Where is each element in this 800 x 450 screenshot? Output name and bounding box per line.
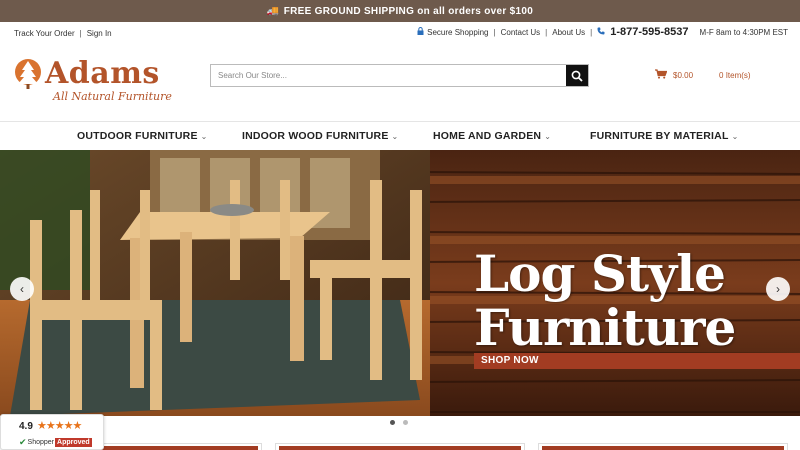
- slider-dot[interactable]: [390, 420, 395, 425]
- category-tile-band: [542, 446, 784, 450]
- divider: |: [79, 29, 82, 38]
- contact-us-link[interactable]: Contact Us: [501, 28, 541, 37]
- nav-label: FURNITURE BY MATERIAL: [590, 130, 729, 142]
- chevron-left-icon: ‹: [20, 282, 24, 296]
- lock-icon: [417, 27, 424, 37]
- site-logo[interactable]: Adams All Natural Furniture: [13, 56, 173, 106]
- promo-text: FREE GROUND SHIPPING on all orders over …: [283, 5, 534, 17]
- hero-slider[interactable]: Log Style Furniture SHOP NOW ‹ ›: [0, 150, 800, 416]
- search-icon: [571, 70, 583, 82]
- slider-prev-button[interactable]: ‹: [10, 277, 34, 301]
- chevron-down-icon: ⌄: [731, 132, 739, 141]
- nav-item-outdoor-furniture[interactable]: OUTDOOR FURNITURE ⌄: [77, 130, 208, 142]
- shopper-approved-badge[interactable]: 4.9 ★★★★★ ✔ Shopper Approved: [0, 414, 104, 450]
- cart-icon: [655, 69, 668, 82]
- hero-title-line2: Furniture: [474, 298, 736, 357]
- promo-bar: 🚚 FREE GROUND SHIPPING on all orders ove…: [0, 0, 800, 22]
- logo-tagline: All Natural Furniture: [53, 90, 172, 103]
- divider: |: [493, 27, 496, 37]
- chevron-right-icon: ›: [776, 282, 780, 296]
- rating-score: 4.9: [19, 421, 33, 432]
- cart-total: $0.00: [673, 71, 694, 80]
- main-nav: OUTDOOR FURNITURE ⌄ INDOOR WOOD FURNITURE…: [0, 121, 800, 150]
- nav-item-indoor-wood-furniture[interactable]: INDOOR WOOD FURNITURE ⌄: [242, 130, 398, 142]
- slider-dot[interactable]: [403, 420, 408, 425]
- cart[interactable]: $0.00 0 Item(s): [655, 69, 751, 82]
- sign-in-link[interactable]: Sign In: [87, 29, 112, 38]
- search-input[interactable]: [211, 65, 566, 86]
- shop-now-button[interactable]: SHOP NOW: [474, 353, 800, 369]
- nav-label: OUTDOOR FURNITURE: [77, 130, 198, 142]
- checkmark-icon: ✔: [19, 437, 27, 447]
- tree-logo-icon: [15, 59, 41, 89]
- chevron-down-icon: ⌄: [200, 132, 208, 141]
- slider-next-button[interactable]: ›: [766, 277, 790, 301]
- nav-item-furniture-by-material[interactable]: FURNITURE BY MATERIAL ⌄: [590, 130, 738, 142]
- cart-item-count: 0 Item(s): [719, 71, 751, 80]
- about-us-link[interactable]: About Us: [552, 28, 585, 37]
- utility-bar: Track Your Order | Sign In Secure Shoppi…: [0, 22, 800, 44]
- divider: |: [590, 27, 593, 37]
- secure-shopping-link[interactable]: Secure Shopping: [427, 28, 488, 37]
- business-hours: M-F 8am to 4:30PM EST: [699, 27, 788, 37]
- nav-label: HOME AND GARDEN: [433, 130, 542, 142]
- category-tile-band: [279, 446, 521, 450]
- hero-title-line1: Log Style: [474, 244, 726, 303]
- chevron-down-icon: ⌄: [391, 132, 399, 141]
- nav-label: INDOOR WOOD FURNITURE: [242, 130, 389, 142]
- logo-wordmark: Adams: [45, 56, 160, 91]
- divider: |: [545, 27, 548, 37]
- track-order-link[interactable]: Track Your Order: [14, 29, 75, 38]
- shopper-approved-logo: ✔ Shopper Approved: [19, 437, 92, 448]
- truck-icon: 🚚: [266, 5, 280, 17]
- chevron-down-icon: ⌄: [544, 132, 552, 141]
- search-button[interactable]: [566, 65, 588, 86]
- star-rating-icon: ★★★★★: [37, 420, 82, 432]
- slider-dots: [390, 420, 416, 425]
- phone-icon: [597, 27, 605, 37]
- brand-prefix: Shopper: [27, 439, 55, 446]
- phone-number-link[interactable]: 1-877-595-8537: [610, 26, 688, 38]
- search-bar: [210, 64, 589, 87]
- nav-item-home-and-garden[interactable]: HOME AND GARDEN ⌄: [433, 130, 551, 142]
- brand-suffix: Approved: [55, 438, 92, 447]
